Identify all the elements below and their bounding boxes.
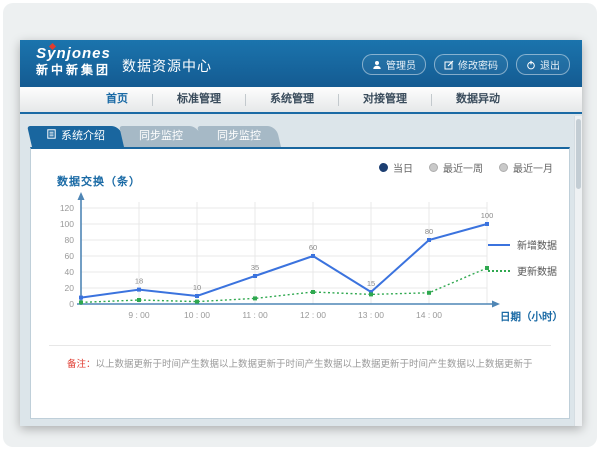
svg-text:15: 15	[367, 279, 375, 288]
tab-label: 系统介绍	[61, 126, 105, 147]
brand-logo-en: Synjones	[36, 45, 111, 63]
nav-item-system-mgmt[interactable]: 系统管理	[246, 87, 338, 112]
legend-label: 新增数据	[517, 237, 557, 252]
tab-system-intro[interactable]: 系统介绍	[32, 126, 120, 147]
note-divider	[49, 345, 551, 346]
user-button[interactable]: 管理员	[362, 54, 426, 75]
chart-legend: 新增数据 更新数据	[488, 237, 557, 289]
filter-option-last-month[interactable]: 最近一月	[499, 160, 553, 175]
svg-text:120: 120	[60, 203, 74, 213]
filter-label: 最近一周	[443, 160, 483, 175]
tab-label: 同步监控	[217, 126, 261, 147]
svg-text:40: 40	[65, 267, 75, 277]
change-password-label: 修改密码	[458, 57, 498, 72]
svg-text:80: 80	[425, 227, 433, 236]
filter-label: 当日	[393, 160, 413, 175]
svg-text:18: 18	[135, 277, 143, 286]
tab-sync-monitor-2[interactable]: 同步监控	[202, 126, 276, 147]
user-label: 管理员	[386, 57, 416, 72]
scrollbar-track[interactable]	[574, 116, 582, 426]
app-title: 数据资源中心	[122, 56, 212, 76]
tab-sync-monitor-1[interactable]: 同步监控	[124, 126, 198, 147]
svg-text:60: 60	[309, 243, 317, 252]
nav-item-data-change[interactable]: 数据异动	[432, 87, 524, 112]
edit-icon	[444, 60, 454, 70]
content-area: 系统介绍 同步监控 同步监控 当日	[20, 116, 582, 426]
radio-unselected-icon	[429, 163, 438, 172]
tab-bar: 系统介绍 同步监控 同步监控	[32, 126, 280, 147]
svg-text:14 : 00: 14 : 00	[416, 310, 442, 320]
scrollbar-thumb[interactable]	[576, 119, 581, 189]
logout-button[interactable]: 退出	[516, 54, 570, 75]
svg-text:80: 80	[65, 235, 75, 245]
y-axis-title: 数据交换（条）	[57, 173, 141, 189]
radio-selected-icon	[379, 163, 388, 172]
person-icon	[372, 60, 382, 70]
change-password-button[interactable]: 修改密码	[434, 54, 508, 75]
svg-text:100: 100	[60, 219, 74, 229]
header-actions: 管理员 修改密码 退出	[362, 54, 570, 75]
svg-text:0: 0	[69, 299, 74, 309]
legend-solid-line-icon	[488, 244, 510, 246]
filter-option-today[interactable]: 当日	[379, 160, 413, 175]
svg-text:9 : 00: 9 : 00	[128, 310, 150, 320]
app-window: Synjones 新中新集团 数据资源中心 管理员 修改密码 退出	[20, 40, 582, 426]
svg-text:10: 10	[193, 283, 201, 292]
logout-label: 退出	[540, 57, 560, 72]
nav-item-standard-mgmt[interactable]: 标准管理	[153, 87, 245, 112]
brand-logo: Synjones 新中新集团	[36, 45, 111, 78]
filter-option-last-week[interactable]: 最近一周	[429, 160, 483, 175]
content-panel: 当日 最近一周 最近一月 数据交换（条） 0 20 40 60 80 100 120 9 : …	[30, 147, 570, 419]
legend-item-update-data: 更新数据	[488, 263, 557, 278]
svg-text:11 : 00: 11 : 00	[242, 310, 268, 320]
note-prefix: 备注：	[67, 359, 96, 370]
radio-unselected-icon	[499, 163, 508, 172]
svg-text:100: 100	[481, 211, 494, 220]
legend-label: 更新数据	[517, 263, 557, 278]
svg-text:10 : 00: 10 : 00	[184, 310, 210, 320]
svg-text:20: 20	[65, 283, 75, 293]
footer-note: 备注：以上数据更新于时间产生数据以上数据更新于时间产生数据以上数据更新于时间产生…	[67, 356, 555, 370]
svg-text:12 : 00: 12 : 00	[300, 310, 326, 320]
svg-text:60: 60	[65, 251, 75, 261]
legend-item-new-data: 新增数据	[488, 237, 557, 252]
brand-logo-cn: 新中新集团	[36, 63, 111, 78]
nav-item-home[interactable]: 首页	[82, 87, 152, 112]
filter-label: 最近一月	[513, 160, 553, 175]
power-icon	[526, 60, 536, 70]
svg-text:35: 35	[251, 263, 259, 272]
nav-item-interface-mgmt[interactable]: 对接管理	[339, 87, 431, 112]
svg-text:日期（小时）: 日期（小时）	[500, 310, 563, 323]
legend-dotted-line-icon	[488, 270, 510, 272]
svg-text:13 : 00: 13 : 00	[358, 310, 384, 320]
time-range-filter: 当日 最近一周 最近一月	[379, 160, 553, 175]
tab-label: 同步监控	[139, 126, 183, 147]
document-icon	[47, 126, 56, 147]
note-text: 以上数据更新于时间产生数据以上数据更新于时间产生数据以上数据更新于时间产生数据以…	[96, 359, 533, 370]
main-nav: 首页 标准管理 系统管理 对接管理 数据异动	[20, 87, 582, 114]
page-background: Synjones 新中新集团 数据资源中心 管理员 修改密码 退出	[3, 3, 597, 447]
app-header: Synjones 新中新集团 数据资源中心 管理员 修改密码 退出	[20, 40, 582, 87]
